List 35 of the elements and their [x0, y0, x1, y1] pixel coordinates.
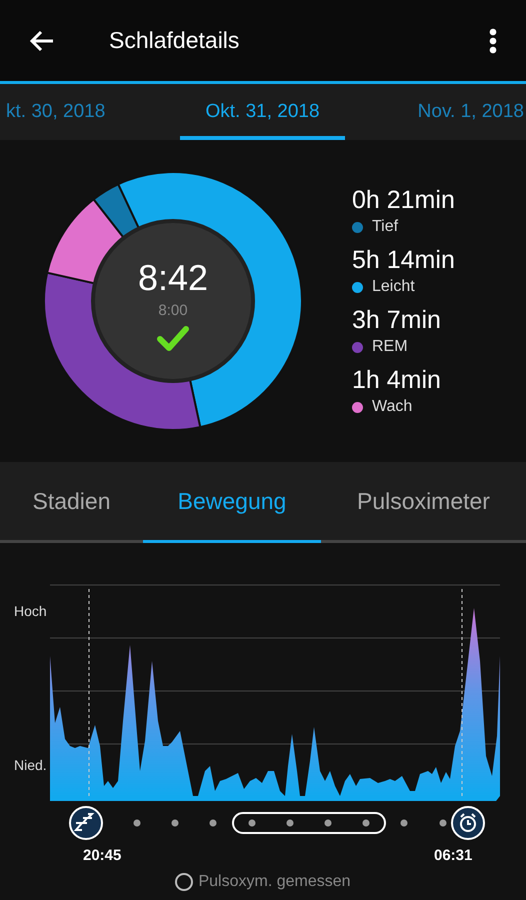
wake-time: 06:31 — [434, 847, 472, 864]
view-tab[interactable]: Stadien — [0, 462, 143, 540]
timeline-dot — [440, 820, 446, 826]
alarm-clock-icon[interactable] — [451, 806, 485, 840]
stage-label: REM — [372, 338, 408, 356]
screen-title: Schlafdetails — [109, 27, 240, 54]
stage-label: Wach — [372, 398, 412, 416]
timeline-range-handle[interactable] — [232, 812, 386, 834]
timeline-dot — [286, 820, 294, 826]
date-tab[interactable]: kt. 30, 2018 — [6, 84, 106, 140]
timeline-dot — [172, 820, 178, 826]
timeline-dot — [362, 820, 370, 826]
total-sleep-time: 8:42 — [138, 258, 208, 298]
sleep-goal: 8:00 — [158, 302, 188, 318]
timeline-dot — [248, 820, 256, 826]
pulse-ox-marker-icon — [175, 873, 194, 891]
stage-duration: 3h 7min — [352, 306, 442, 335]
timeline-dot — [324, 820, 332, 826]
stage-duration: 0h 21min — [352, 186, 455, 215]
sleep-start-time: 20:45 — [83, 847, 122, 864]
stage-label: Leicht — [372, 278, 415, 296]
stage-duration: 1h 4min — [352, 366, 442, 395]
timeline-dot — [400, 820, 408, 826]
stage-label: Tief — [372, 218, 398, 236]
y-axis-label: Nied. — [14, 757, 47, 773]
date-tab[interactable]: Nov. 1, 2018 — [418, 84, 524, 140]
timeline-dot — [210, 820, 216, 826]
timeline-dot — [134, 820, 140, 826]
back-arrow-icon[interactable] — [29, 30, 55, 52]
stage-duration: 5h 14min — [352, 246, 455, 275]
more-options-icon[interactable] — [489, 28, 497, 54]
y-axis-label: Hoch — [14, 603, 47, 619]
sleep-icon[interactable] — [69, 806, 103, 840]
view-tab[interactable]: Pulsoximeter — [321, 462, 526, 540]
legend-label: Pulsoxym. gemessen — [198, 873, 351, 891]
